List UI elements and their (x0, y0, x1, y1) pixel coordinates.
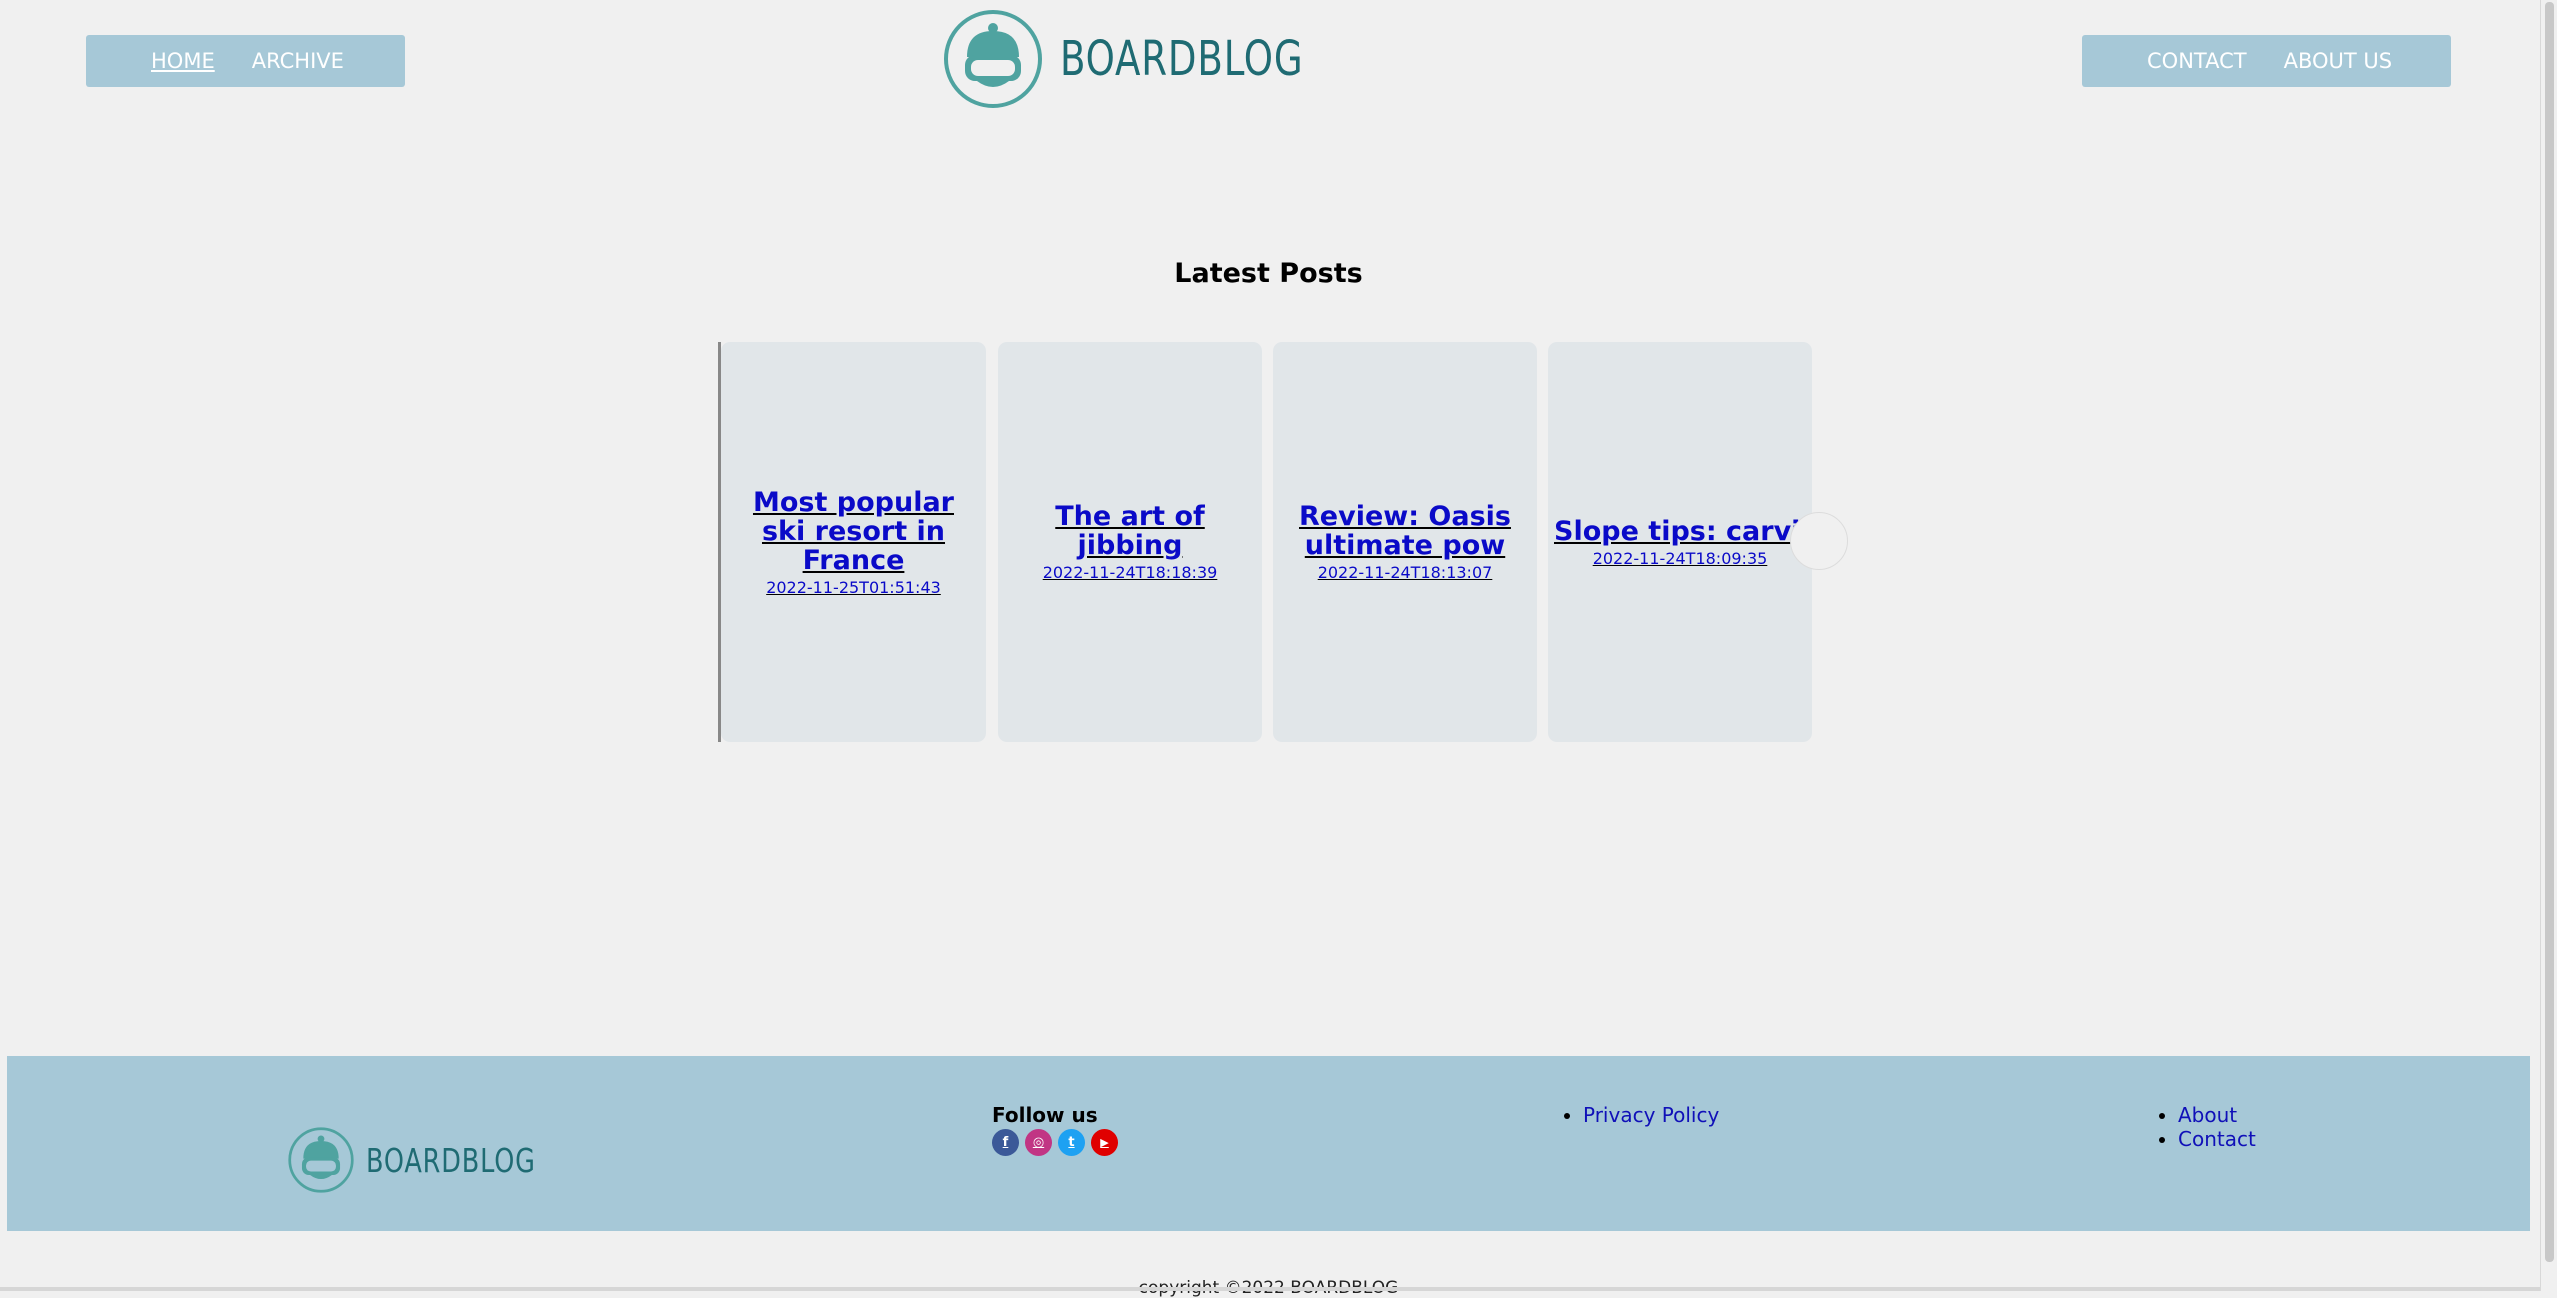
twitter-icon[interactable]: t (1058, 1129, 1085, 1156)
vertical-scrollbar[interactable] (2540, 0, 2557, 1291)
nav-contact-link[interactable]: CONTACT (2147, 49, 2247, 73)
post-title: Review: Oasis ultimate pow (1299, 501, 1511, 561)
footer-about-link[interactable]: About (2178, 1103, 2237, 1127)
snowboarder-goggles-icon (288, 1127, 354, 1193)
scrollbar-thumb[interactable] (2545, 2, 2554, 1262)
post-card[interactable]: Most popular ski resort in France 2022-1… (721, 342, 986, 742)
facebook-icon[interactable]: f (992, 1129, 1019, 1156)
youtube-icon[interactable]: ▶ (1091, 1129, 1118, 1156)
latest-posts-heading: Latest Posts (1174, 258, 1363, 289)
nav-home-link[interactable]: HOME (151, 49, 215, 73)
footer-contact-link[interactable]: Contact (2178, 1127, 2256, 1151)
post-card[interactable]: Slope tips: carving 2022-11-24T18:09:35 (1548, 342, 1812, 742)
footer-links-legal: Privacy Policy (1557, 1103, 1719, 1127)
site-logo[interactable]: BOARDBLOG (943, 8, 1343, 110)
follow-us-heading: Follow us (992, 1103, 1098, 1127)
post-date: 2022-11-24T18:18:39 (1042, 563, 1218, 582)
post-date: 2022-11-24T18:09:35 (1592, 548, 1768, 568)
footer-brand-name: BOARDBLOG (366, 1140, 536, 1180)
list-item: Privacy Policy (1583, 1103, 1719, 1127)
snowboarder-goggles-icon (944, 10, 1042, 108)
privacy-policy-link[interactable]: Privacy Policy (1583, 1103, 1719, 1127)
main-nav-left: HOME ARCHIVE (86, 35, 405, 87)
post-date: 2022-11-24T18:13:07 (1317, 563, 1493, 582)
footer-links-info: About Contact (2152, 1103, 2256, 1151)
follow-us-section: Follow us f ◎ t ▶ (992, 1103, 1118, 1156)
site-brand-name: BOARDBLOG (1060, 31, 1304, 87)
carousel-next-button[interactable] (1790, 512, 1848, 570)
post-card[interactable]: The art of jibbing 2022-11-24T18:18:39 (998, 342, 1262, 742)
page-bottom-divider (0, 1287, 2540, 1291)
post-card[interactable]: Review: Oasis ultimate pow 2022-11-24T18… (1273, 342, 1537, 742)
nav-archive-link[interactable]: ARCHIVE (252, 49, 344, 73)
main-nav-right: CONTACT ABOUT US (2082, 35, 2451, 87)
instagram-icon[interactable]: ◎ (1025, 1129, 1052, 1156)
posts-carousel: Most popular ski resort in France 2022-1… (718, 342, 1818, 742)
list-item: Contact (2178, 1127, 2256, 1151)
post-title: Most popular ski resort in France (752, 486, 954, 576)
post-title: Slope tips: carving (1554, 515, 1812, 547)
social-links: f ◎ t ▶ (992, 1129, 1118, 1156)
list-item: About (2178, 1103, 2256, 1127)
nav-about-us-link[interactable]: ABOUT US (2284, 49, 2393, 73)
post-date: 2022-11-25T01:51:43 (766, 577, 941, 597)
post-title: The art of jibbing (1055, 501, 1205, 561)
footer-logo[interactable]: BOARDBLOG (287, 1126, 563, 1194)
site-footer: BOARDBLOG Follow us f ◎ t ▶ Privacy Poli… (7, 1056, 2530, 1231)
